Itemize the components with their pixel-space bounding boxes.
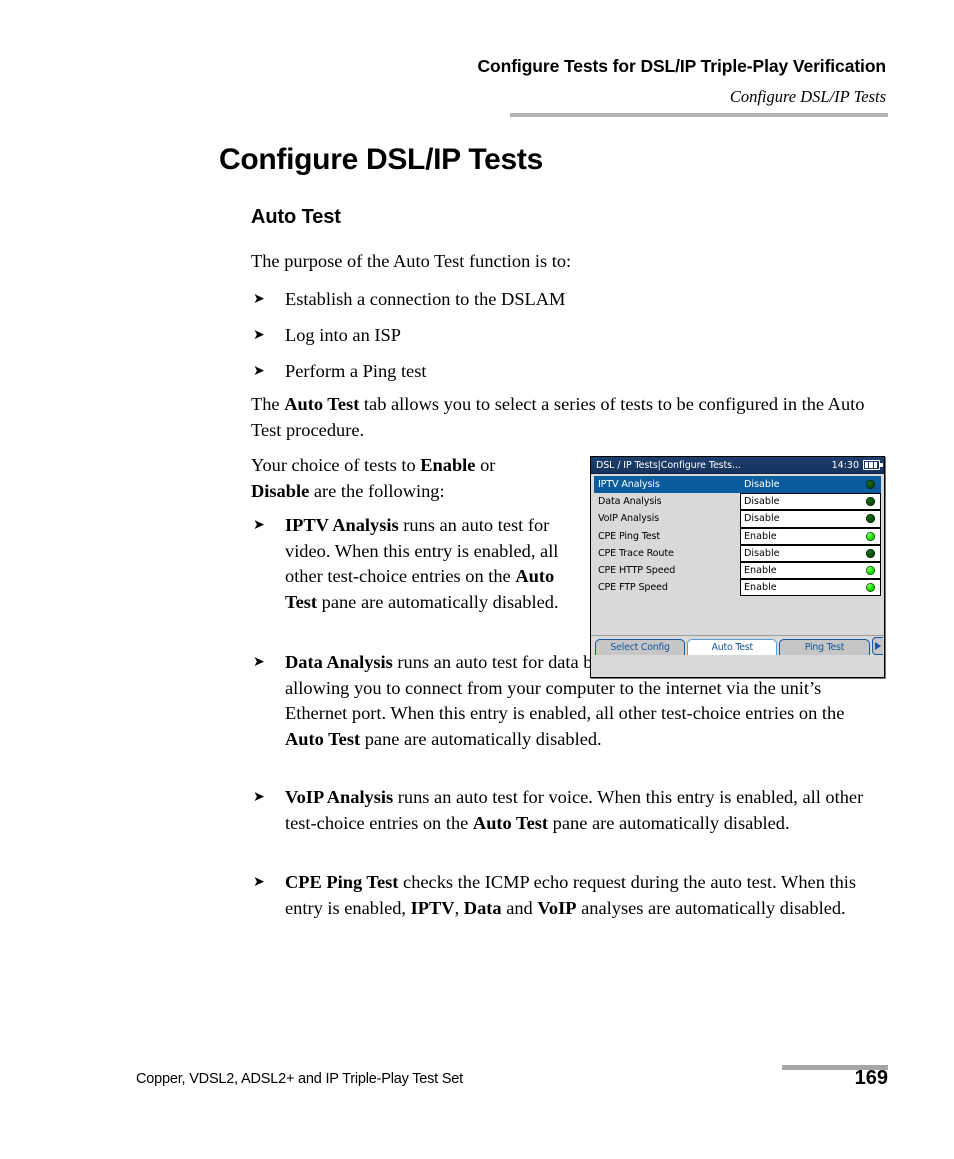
test-row-value: Disable xyxy=(744,479,780,491)
footer-product-name: Copper, VDSL2, ADSL2+ and IP Triple-Play… xyxy=(136,1071,463,1087)
iptv-seg2: pane are automatically disabled. xyxy=(317,591,559,612)
test-row-label: CPE FTP Speed xyxy=(598,582,668,594)
test-row-value-cell[interactable]: Disable xyxy=(740,544,881,562)
data-term-auto-test: Auto Test xyxy=(285,728,361,749)
test-row[interactable]: CPE HTTP Speed Enable xyxy=(594,561,881,580)
header-subtitle: Configure DSL/IP Tests xyxy=(729,87,886,106)
device-clock: 14:30 xyxy=(831,459,859,471)
test-row-value-cell[interactable]: Enable xyxy=(740,579,881,597)
ping-term-data: Data xyxy=(463,897,502,918)
list-item-label: Establish a connection to the DSLAM xyxy=(285,289,566,309)
choice-paragraph: Your choice of tests to Enable or Disable… xyxy=(251,453,551,504)
bullet-arrow-icon: ➤ xyxy=(253,654,265,670)
test-row[interactable]: Data Analysis Disable xyxy=(594,493,881,511)
test-row-value-cell[interactable]: Enable xyxy=(740,527,881,545)
bullet-arrow-icon: ➤ xyxy=(253,517,265,533)
auto-test-paragraph: The Auto Test tab allows you to select a… xyxy=(251,392,883,443)
choice-term-enable: Enable xyxy=(420,455,476,475)
section-heading-auto-test: Auto Test xyxy=(251,206,341,228)
device-content: IPTV Analysis Disable Data Analysis Disable… xyxy=(591,474,884,656)
bullet-arrow-icon: ➤ xyxy=(253,363,265,379)
ping-sep1: , xyxy=(454,897,464,918)
auto-test-paragraph-term: Auto Test xyxy=(284,394,360,414)
page-title: Configure DSL/IP Tests xyxy=(219,143,544,176)
term-voip-analysis: VoIP Analysis xyxy=(285,787,394,807)
status-led-icon xyxy=(866,531,875,541)
device-tab-bar: Select Config Auto Test Ping Test xyxy=(591,635,884,656)
status-led-icon xyxy=(866,566,875,576)
status-led-icon xyxy=(866,548,875,558)
list-item-label: Log into an ISP xyxy=(285,325,401,345)
test-row[interactable]: IPTV Analysis Disable xyxy=(594,476,881,494)
data-seg2: pane are automatically disabled. xyxy=(360,728,602,749)
test-row-label: VoIP Analysis xyxy=(598,513,659,525)
ping-sep2: and xyxy=(501,897,538,918)
test-row-label: Data Analysis xyxy=(598,496,662,508)
test-row-label: IPTV Analysis xyxy=(598,479,660,491)
test-row[interactable]: VoIP Analysis Disable xyxy=(594,510,881,528)
list-item-label: Perform a Ping test xyxy=(285,361,427,381)
test-row[interactable]: CPE FTP Speed Enable xyxy=(594,579,881,597)
term-cpe-ping-test: CPE Ping Test xyxy=(285,872,399,892)
ping-term-iptv: IPTV xyxy=(410,897,455,918)
list-item: ➤ Establish a connection to the DSLAM xyxy=(251,287,851,313)
test-row-value-cell[interactable]: Disable xyxy=(740,476,881,493)
list-item-cpe-ping-test: ➤ CPE Ping Test checks the ICMP echo req… xyxy=(251,870,883,921)
page-number: 169 xyxy=(854,1067,888,1089)
test-row-value-cell[interactable]: Disable xyxy=(740,510,881,528)
choice-term-disable: Disable xyxy=(251,480,310,501)
test-row-value-cell[interactable]: Enable xyxy=(740,561,881,580)
header-divider xyxy=(510,113,888,117)
test-row-value: Enable xyxy=(744,565,777,577)
bullet-arrow-icon: ➤ xyxy=(253,789,265,805)
list-item-text: VoIP Analysis runs an auto test for voic… xyxy=(285,785,883,836)
choice-paragraph-p3: are the following: xyxy=(309,480,445,501)
test-row-label: CPE HTTP Speed xyxy=(598,565,676,577)
list-item: ➤ Log into an ISP xyxy=(251,323,851,349)
status-led-icon xyxy=(866,497,875,507)
chevron-right-icon[interactable] xyxy=(871,637,883,655)
status-led-icon xyxy=(866,583,875,593)
auto-test-paragraph-before: The xyxy=(251,394,285,414)
device-titlebar: DSL / IP Tests|Configure Tests... 14:30 xyxy=(591,457,884,474)
test-row-value: Enable xyxy=(744,582,777,594)
list-item-iptv-analysis: ➤ IPTV Analysis runs an auto test for vi… xyxy=(251,513,581,615)
test-row-label: CPE Trace Route xyxy=(598,547,674,559)
tab-ping-test[interactable]: Ping Test xyxy=(779,639,870,655)
list-item-voip-analysis: ➤ VoIP Analysis runs an auto test for vo… xyxy=(251,785,883,836)
bullet-arrow-icon: ➤ xyxy=(253,874,265,890)
tab-select-config[interactable]: Select Config xyxy=(595,639,686,655)
bullet-arrow-icon: ➤ xyxy=(253,327,265,343)
status-led-icon xyxy=(866,514,875,524)
ping-seg2: analyses are automatically disabled. xyxy=(576,897,846,918)
term-iptv-analysis: IPTV Analysis xyxy=(285,515,399,535)
device-status-area: 14:30 xyxy=(831,459,883,471)
choice-paragraph-p2: or xyxy=(475,455,496,475)
test-row-value: Disable xyxy=(744,547,780,559)
test-row-value: Disable xyxy=(744,513,780,525)
list-item-text: IPTV Analysis runs an auto test for vide… xyxy=(285,513,577,615)
test-row-value: Disable xyxy=(744,496,780,508)
list-item-text: CPE Ping Test checks the ICMP echo reque… xyxy=(285,870,883,921)
bullet-arrow-icon: ➤ xyxy=(253,291,265,307)
voip-term-auto-test: Auto Test xyxy=(472,812,549,833)
test-list: IPTV Analysis Disable Data Analysis Disable… xyxy=(594,476,881,597)
voip-seg2: pane are automatically disabled. xyxy=(548,812,790,833)
device-title: DSL / IP Tests|Configure Tests... xyxy=(596,459,741,471)
test-row[interactable]: CPE Ping Test Enable xyxy=(594,527,881,545)
list-item: ➤ Perform a Ping test xyxy=(251,359,851,385)
device-screenshot: DSL / IP Tests|Configure Tests... 14:30 … xyxy=(590,456,885,678)
header-title: Configure Tests for DSL/IP Triple-Play V… xyxy=(477,56,886,76)
ping-term-voip: VoIP xyxy=(537,897,577,918)
test-row-label: CPE Ping Test xyxy=(598,530,660,542)
intro-paragraph: The purpose of the Auto Test function is… xyxy=(251,251,572,271)
term-data-analysis: Data Analysis xyxy=(285,652,393,672)
tab-auto-test[interactable]: Auto Test xyxy=(687,639,778,655)
status-led-icon xyxy=(866,480,875,490)
battery-icon xyxy=(863,460,883,470)
test-row-value-cell[interactable]: Disable xyxy=(740,493,881,511)
test-row[interactable]: CPE Trace Route Disable xyxy=(594,544,881,562)
test-row-value: Enable xyxy=(744,530,777,542)
choice-paragraph-p1: Your choice of tests to xyxy=(251,455,421,475)
